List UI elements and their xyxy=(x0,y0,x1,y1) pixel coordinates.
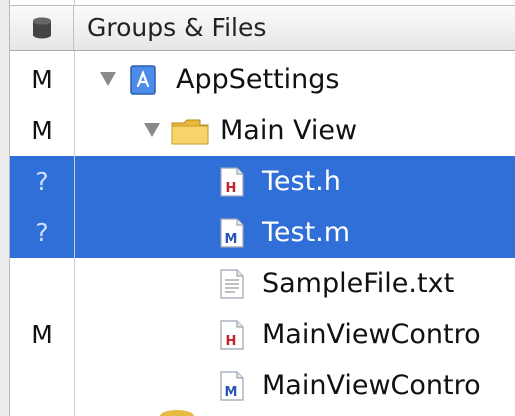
partial-folder-icon xyxy=(160,410,194,416)
folder-icon xyxy=(171,119,209,145)
scm-status xyxy=(10,258,74,309)
project-icon xyxy=(130,65,156,95)
tree-row-mainviewcontroller-h[interactable]: M H MainViewContro xyxy=(10,309,515,360)
item-name: Main View xyxy=(220,115,358,146)
outline-header: Groups & Files xyxy=(10,5,515,51)
column-separator xyxy=(74,0,75,416)
svg-text:H: H xyxy=(226,181,237,196)
item-name: MainViewContro xyxy=(262,370,481,401)
scm-status: ? xyxy=(35,218,49,247)
svg-text:H: H xyxy=(226,334,237,349)
database-icon xyxy=(32,17,51,39)
svg-text:M: M xyxy=(225,385,238,400)
tree-row-test-m[interactable]: ? M Test.m xyxy=(10,207,515,258)
item-name: SampleFile.txt xyxy=(262,268,455,299)
scm-status: M xyxy=(31,116,53,145)
scm-status: ? xyxy=(35,167,49,196)
header-file-icon: H xyxy=(220,320,244,350)
svg-text:M: M xyxy=(225,232,238,247)
item-name: Test.m xyxy=(262,217,351,248)
source-file-icon: M xyxy=(220,371,244,401)
source-file-icon: M xyxy=(220,218,244,248)
text-file-icon xyxy=(220,269,244,299)
item-name: Test.h xyxy=(262,166,341,197)
tree-row-appsettings[interactable]: M AppSettings xyxy=(10,54,515,105)
scm-column-header[interactable] xyxy=(10,6,74,50)
tree-row-test-h[interactable]: ? H Test.h xyxy=(10,156,515,207)
disclosure-triangle-icon[interactable] xyxy=(100,72,116,86)
scm-status: M xyxy=(31,65,53,94)
window-edge xyxy=(0,0,10,416)
tree-row-mainviewcontroller-m[interactable]: M MainViewContro xyxy=(10,360,515,411)
scm-status xyxy=(10,360,74,411)
tree-row-samplefile-txt[interactable]: SampleFile.txt xyxy=(10,258,515,309)
groups-and-files-pane: Groups & Files M AppSettings M Main View… xyxy=(0,0,515,416)
header-file-icon: H xyxy=(220,167,244,197)
item-name: AppSettings xyxy=(176,64,340,95)
item-name: MainViewContro xyxy=(262,319,481,350)
scm-status: M xyxy=(31,320,53,349)
tree-row-main-view[interactable]: M Main View xyxy=(10,105,515,156)
groups-files-column-header[interactable]: Groups & Files xyxy=(87,6,266,50)
disclosure-triangle-icon[interactable] xyxy=(144,123,160,137)
